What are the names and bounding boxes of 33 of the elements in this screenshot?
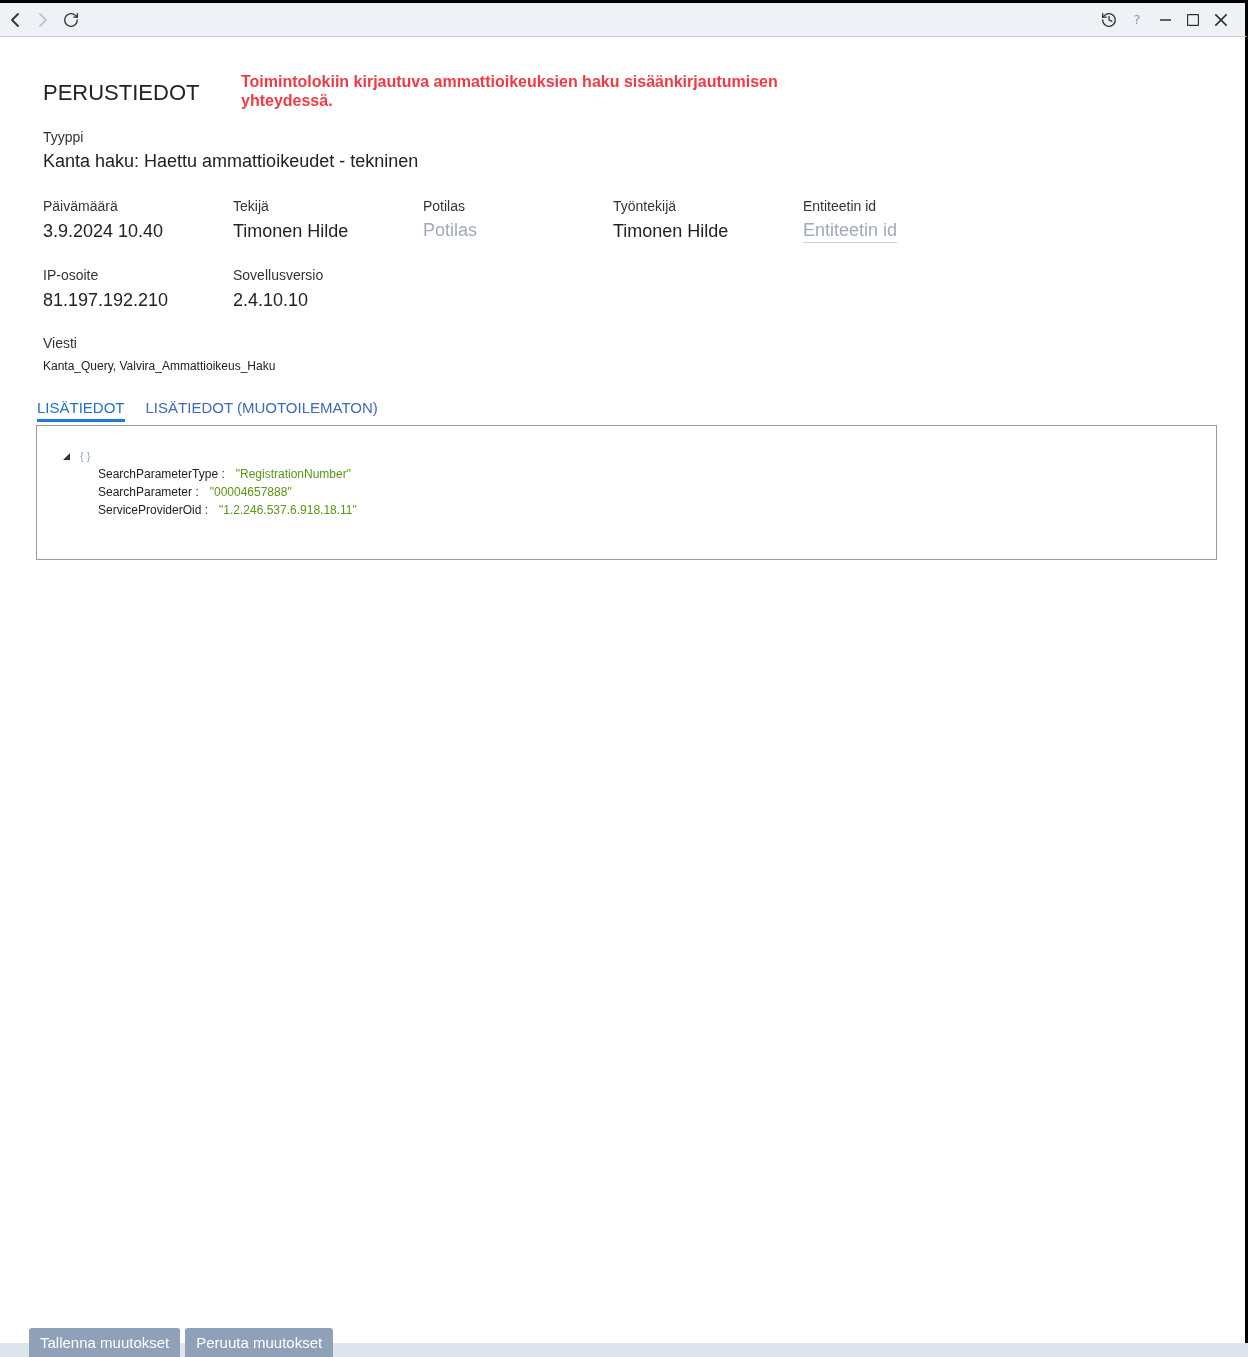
property-key: SearchParameter : [98,483,199,501]
expand-toggle-icon[interactable] [63,452,70,460]
input-field[interactable]: Potilas [423,219,478,243]
info-note: Toimintolokiin kirjautuva ammattioikeuksien haku sisäänkirjautumisen yhteydessä. [241,72,779,110]
property-key: SearchParameterType : [98,465,225,483]
field-value: Kanta haku: Haettu ammattioikeudet - tekninen [43,150,420,173]
field-value: 2.4.10.10 [233,289,309,312]
field-label: Päivämäärä [43,197,118,215]
field-value: Timonen Hilde [613,220,729,243]
property-value: "00004657888" [209,484,292,501]
minimize-icon [1159,18,1171,21]
tab[interactable]: LISÄTIEDOT [37,398,125,422]
field-label: Potilas [423,197,466,215]
field-label: Työntekijä [613,197,677,215]
field-label: Tekijä [233,197,269,215]
field-value: 81.197.192.210 [43,289,169,312]
close-icon [1215,13,1227,26]
field-value: Timonen Hilde [233,220,349,243]
message-value: Kanta_Query, Valvira_Ammattioikeus_Haku [43,358,277,374]
field-label: Viesti [43,334,78,352]
maximize-icon [1187,13,1199,26]
field-label: Tyyppi [43,128,85,146]
object-brace: { } [80,449,91,464]
field-label: Sovellusversio [233,266,324,284]
tab[interactable]: LISÄTIEDOT (MUOTOILEMATON) [145,398,378,422]
property-value: "RegistrationNumber" [235,466,351,483]
property-key: ServiceProviderOid : [98,501,209,519]
input-field[interactable]: Entiteetin id [803,219,898,243]
field-value: 3.9.2024 10.40 [43,220,164,243]
property-value: "1.2.246.537.6.918.18.11" [219,502,357,519]
field-label: Entiteetin id [803,197,877,215]
section-title: PERUSTIEDOT [43,79,201,107]
field-label: IP-osoite [43,266,99,284]
